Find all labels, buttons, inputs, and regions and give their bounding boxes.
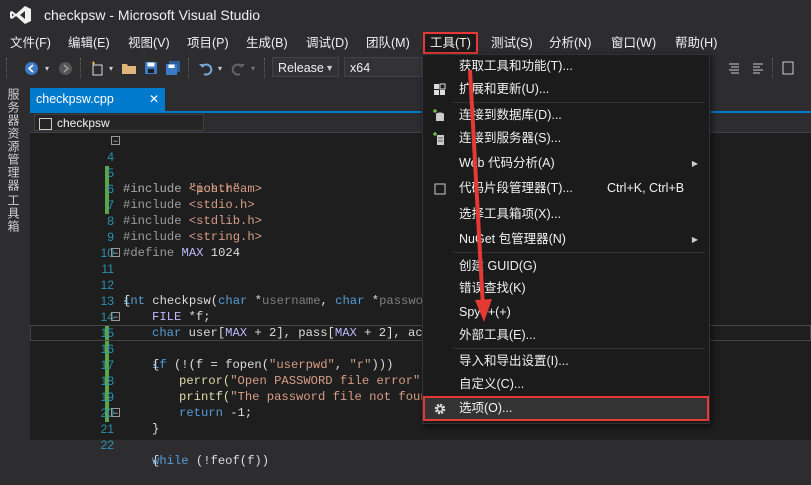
menu-item-create-guid[interactable]: 创建 GUID(G) [424,255,708,278]
menu-item-get-tools[interactable]: 获取工具和功能(T)... [424,55,708,78]
toolbox-tab[interactable]: 工具箱 [4,194,22,233]
server-explorer-tab[interactable]: 服务器资源管理器 [4,88,22,192]
collapse-icon[interactable]: − [111,408,120,418]
menu-edit[interactable]: 编辑(E) [66,33,112,53]
menu-item-label: 自定义(C)... [459,377,525,391]
solution-configuration-value: Release [278,61,324,75]
new-project-icon[interactable] [88,59,106,77]
menu-separator [453,348,705,349]
toolbar-separator [188,58,193,78]
menu-item-error-lookup[interactable]: 错误查找(K) [424,277,708,300]
menu-item-label: 错误查找(K) [459,281,526,295]
menu-item-label: 外部工具(E)... [459,328,537,342]
toolbar-separator [264,58,269,78]
menu-item-label: 导入和导出设置(I)... [459,354,569,368]
submenu-arrow-icon: ▶ [691,235,698,244]
menu-item-extensions[interactable]: 扩展和更新(U)... [424,78,708,101]
menu-item-connect-database[interactable]: 连接到数据库(D)... [424,104,708,127]
code-text: while (!feof(f)) [152,454,270,468]
tools-menu-dropdown: 获取工具和功能(T)... 扩展和更新(U)... 连接到数据库(D)... 连… [422,54,710,424]
gear-icon [432,401,447,416]
submenu-arrow-icon: ▶ [691,159,698,168]
menu-view[interactable]: 视图(V) [126,33,172,53]
menu-item-label: Spy++(+) [459,305,511,319]
menu-separator [453,102,705,103]
menu-item-connect-server[interactable]: 连接到服务器(S)... [424,127,708,150]
menu-debug[interactable]: 调试(D) [304,33,350,53]
toolbar-separator [772,58,777,78]
toolbar-separator [80,58,85,78]
menu-project[interactable]: 项目(P) [185,33,231,53]
open-folder-icon[interactable] [120,59,138,77]
solution-platform-value: x64 [350,61,371,75]
menu-analyze[interactable]: 分析(N) [547,33,593,53]
menu-item-choose-toolbox[interactable]: 选择工具箱项(X)... [424,203,708,226]
menu-window[interactable]: 窗口(W) [609,33,658,53]
menu-tools[interactable]: 工具(T) [423,32,478,54]
menu-help[interactable]: 帮助(H) [673,33,719,53]
menu-item-label: 获取工具和功能(T)... [459,59,573,73]
menu-item-shortcut: Ctrl+K, Ctrl+B [607,181,685,195]
redo-icon[interactable] [229,59,247,77]
chevron-down-icon: ▼ [325,63,334,73]
collapse-icon[interactable]: − [111,136,120,146]
collapse-icon[interactable]: − [111,248,120,258]
menu-item-snippets-manager[interactable]: 代码片段管理器(T)... Ctrl+K, Ctrl+B [424,177,708,200]
menu-item-label: 选择工具箱项(X)... [459,207,562,221]
collapse-icon[interactable]: − [111,312,120,322]
menu-item-external-tools[interactable]: 外部工具(E)... [424,324,708,347]
new-dropdown-icon[interactable]: ▾ [106,59,116,77]
tab-label: checkpsw.cpp [36,92,114,106]
server-icon [432,131,447,146]
forward-icon[interactable] [56,59,74,77]
solution-configuration-select[interactable]: Release ▼ [272,57,339,77]
save-icon[interactable] [142,59,160,77]
menu-bar: 文件(F) 编辑(E) 视图(V) 项目(P) 生成(B) 调试(D) 团队(M… [0,30,811,54]
left-tool-window-strip: 服务器资源管理器 工具箱 [0,82,26,440]
back-dropdown-icon[interactable]: ▾ [42,59,52,77]
back-icon[interactable] [22,59,40,77]
project-scope-value: checkpsw [57,116,110,130]
window-title: checkpsw - Microsoft Visual Studio [44,7,261,23]
solution-platform-select[interactable]: x64 [344,57,422,77]
menu-item-label: 选项(O)... [459,401,513,415]
menu-build[interactable]: 生成(B) [244,33,290,53]
menu-item-nuget[interactable]: NuGet 包管理器(N) ▶ [424,228,708,251]
tab-checkpsw-cpp[interactable]: checkpsw.cpp ✕ [30,88,165,111]
uncomment-lines-icon[interactable] [750,59,766,77]
menu-item-spy[interactable]: Spy++(+) [424,301,708,324]
menu-item-label: 连接到服务器(S)... [459,131,562,145]
title-bar: checkpsw - Microsoft Visual Studio [0,0,811,30]
project-scope-select[interactable]: checkpsw [34,114,204,131]
database-icon [432,108,447,123]
bookmark-icon[interactable] [780,59,796,77]
toolbar-grip[interactable] [6,58,11,78]
menu-separator [453,252,705,253]
menu-item-web-code-analysis[interactable]: Web 代码分析(A) ▶ [424,152,708,175]
menu-item-label: 扩展和更新(U)... [459,82,550,96]
save-all-icon[interactable] [164,59,182,77]
menu-item-import-export-settings[interactable]: 导入和导出设置(I)... [424,350,708,373]
menu-item-customize[interactable]: 自定义(C)... [424,373,708,396]
code-text: { [152,454,160,468]
menu-file[interactable]: 文件(F) [8,33,53,53]
undo-dropdown-icon[interactable]: ▾ [215,59,225,77]
redo-dropdown-icon[interactable]: ▾ [248,59,258,77]
menu-test[interactable]: 测试(S) [489,33,535,53]
comment-lines-icon[interactable] [726,59,742,77]
extensions-icon [432,82,447,97]
undo-icon[interactable] [196,59,214,77]
menu-item-label: 创建 GUID(G) [459,259,537,273]
menu-item-options[interactable]: 选项(O)... [423,396,709,421]
checkbox-icon [432,181,447,196]
visual-studio-logo-icon [10,6,31,24]
menu-item-label: 代码片段管理器(T)... [459,181,573,195]
menu-item-label: Web 代码分析(A) [459,156,555,170]
line-number: 22 [100,438,114,452]
menu-team[interactable]: 团队(M) [364,33,412,53]
menu-item-label: 连接到数据库(D)... [459,108,562,122]
menu-item-label: NuGet 包管理器(N) [459,232,566,246]
project-icon [39,118,52,130]
close-icon[interactable]: ✕ [149,88,159,111]
